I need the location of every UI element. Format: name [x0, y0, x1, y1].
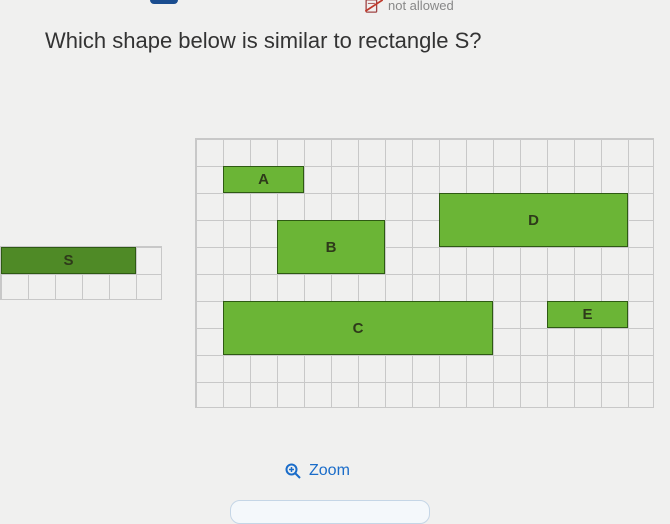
- calculator-icon: [365, 0, 383, 13]
- not-allowed-text: not allowed: [388, 0, 454, 13]
- shape-d[interactable]: D: [439, 193, 628, 247]
- header-badge: [150, 0, 178, 4]
- not-allowed-indicator: not allowed: [365, 0, 454, 13]
- zoom-button[interactable]: Zoom: [285, 462, 350, 480]
- shape-e[interactable]: E: [547, 301, 628, 328]
- reference-grid: S: [0, 246, 162, 300]
- answer-slot[interactable]: [230, 500, 430, 524]
- question-text: Which shape below is similar to rectangl…: [45, 28, 482, 54]
- shape-s[interactable]: S: [1, 247, 136, 274]
- shape-b[interactable]: B: [277, 220, 385, 274]
- zoom-in-icon: [285, 463, 301, 479]
- zoom-label: Zoom: [309, 462, 350, 480]
- options-grid: A B C D E: [195, 138, 654, 408]
- shape-c[interactable]: C: [223, 301, 493, 355]
- shape-a[interactable]: A: [223, 166, 304, 193]
